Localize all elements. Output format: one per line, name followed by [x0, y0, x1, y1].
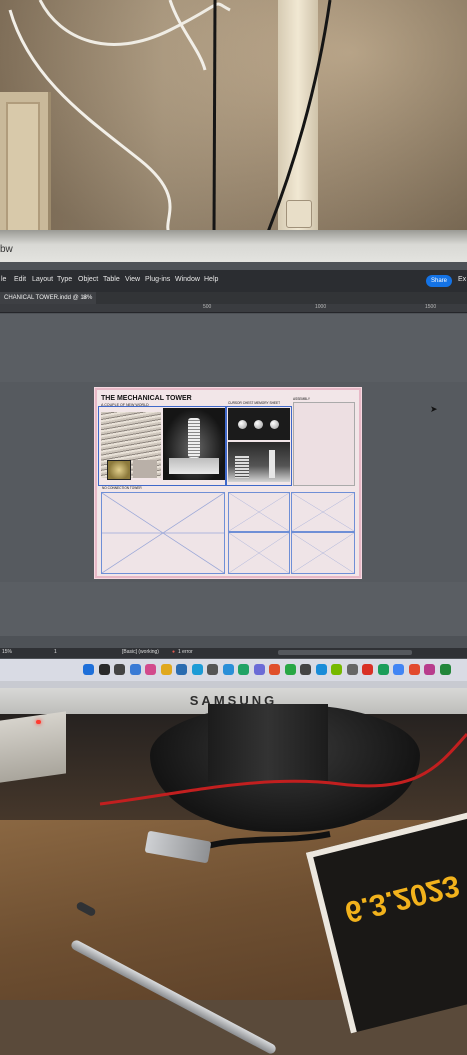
menu-file[interactable]: le [1, 276, 6, 283]
error-status-icon: ● [172, 649, 176, 655]
preflight-profile[interactable]: [Basic] (working) [122, 649, 159, 655]
menu-window[interactable]: Window [175, 276, 200, 283]
empty-image-frame[interactable] [101, 492, 225, 574]
flyer-date: 6.3.2023 [341, 868, 463, 929]
panel-frame [226, 406, 292, 486]
horizontal-ruler: 500 1000 1500 [0, 304, 467, 313]
taskbar-app-icon[interactable] [439, 664, 451, 675]
taskbar-app-icon[interactable] [424, 664, 435, 675]
taskbar-app-icon[interactable] [222, 664, 234, 675]
taskbar-app-icon[interactable] [83, 664, 94, 675]
window-title-fragment: bw [0, 244, 13, 255]
taskbar-app-icon[interactable] [114, 664, 125, 675]
menu-bar: le Edit Layout Type Object Table View Pl… [0, 270, 467, 292]
mouse-cursor-icon: ➤ [430, 404, 438, 414]
document-tab-bar: CHANICAL TOWER.indd @ 13% ✕ [0, 292, 467, 304]
text-frame[interactable] [293, 402, 355, 486]
taskbar-app-icon[interactable] [160, 664, 172, 675]
taskbar-app-icon[interactable] [408, 664, 420, 675]
monitor-bezel-top [0, 230, 467, 266]
taskbar-app-icon[interactable] [346, 664, 358, 675]
empty-image-frame[interactable] [228, 492, 290, 532]
cables [8, 0, 332, 236]
ruler-mark: 1500 [425, 304, 437, 310]
page-title: THE MECHANICAL TOWER [101, 395, 192, 402]
event-flyer: 6.3.2023 [305, 812, 467, 1034]
taskbar-app-icon[interactable] [238, 664, 249, 675]
taskbar [0, 659, 467, 681]
empty-image-frame[interactable] [291, 492, 355, 532]
panel-label: NO CONNECTION TOWER [102, 486, 142, 490]
empty-image-frame[interactable] [228, 532, 290, 574]
menu-fragment: Ex [458, 276, 467, 283]
menu-object[interactable]: Object [78, 276, 98, 283]
menu-type[interactable]: Type [57, 276, 72, 283]
panel-label: CURSOR CHEST MEMORY SHEET [228, 401, 281, 405]
share-button[interactable]: Share [426, 275, 452, 287]
panel-label: ASSEMBLY [293, 397, 310, 401]
page-number-field[interactable]: 1 [54, 649, 57, 655]
taskbar-app-icon[interactable] [393, 664, 404, 675]
panel-frame [98, 406, 226, 486]
empty-image-frame[interactable] [291, 532, 355, 574]
ruler-mark: 1000 [315, 304, 327, 310]
taskbar-app-icon[interactable] [129, 664, 141, 675]
taskbar-app-icon[interactable] [284, 664, 296, 675]
horizontal-scrollbar[interactable] [278, 650, 412, 655]
status-bar: 15% 1 [Basic] (working) ● 1 error [0, 648, 467, 658]
zoom-level[interactable]: 15% [2, 649, 12, 655]
menu-edit[interactable]: Edit [14, 276, 26, 283]
taskbar-app-icon[interactable] [191, 664, 203, 675]
menu-layout[interactable]: Layout [32, 276, 53, 283]
monitor-screen: le Edit Layout Type Object Table View Pl… [0, 262, 467, 690]
taskbar-app-icon[interactable] [145, 664, 156, 675]
menu-plugins[interactable]: Plug-ins [145, 276, 170, 283]
menu-table[interactable]: Table [103, 276, 120, 283]
taskbar-app-icon[interactable] [269, 664, 280, 675]
taskbar-app-icon[interactable] [362, 664, 373, 675]
preflight-errors[interactable]: 1 error [178, 649, 193, 655]
close-tab-icon[interactable]: ✕ [82, 294, 87, 301]
menu-help[interactable]: Help [204, 276, 218, 283]
taskbar-app-icon[interactable] [377, 664, 389, 675]
taskbar-app-icon[interactable] [207, 664, 218, 675]
taskbar-app-icon[interactable] [253, 664, 265, 675]
ruler-mark: 500 [203, 304, 212, 310]
taskbar-app-icon[interactable] [315, 664, 327, 675]
taskbar-app-icon[interactable] [176, 664, 187, 675]
document-page[interactable]: THE MECHANICAL TOWER A COUPLE OF NEW WOR… [95, 388, 361, 578]
taskbar-app-icon[interactable] [331, 664, 342, 675]
menu-view[interactable]: View [125, 276, 140, 283]
taskbar-app-icon[interactable] [98, 664, 110, 675]
taskbar-app-icon[interactable] [300, 664, 311, 675]
